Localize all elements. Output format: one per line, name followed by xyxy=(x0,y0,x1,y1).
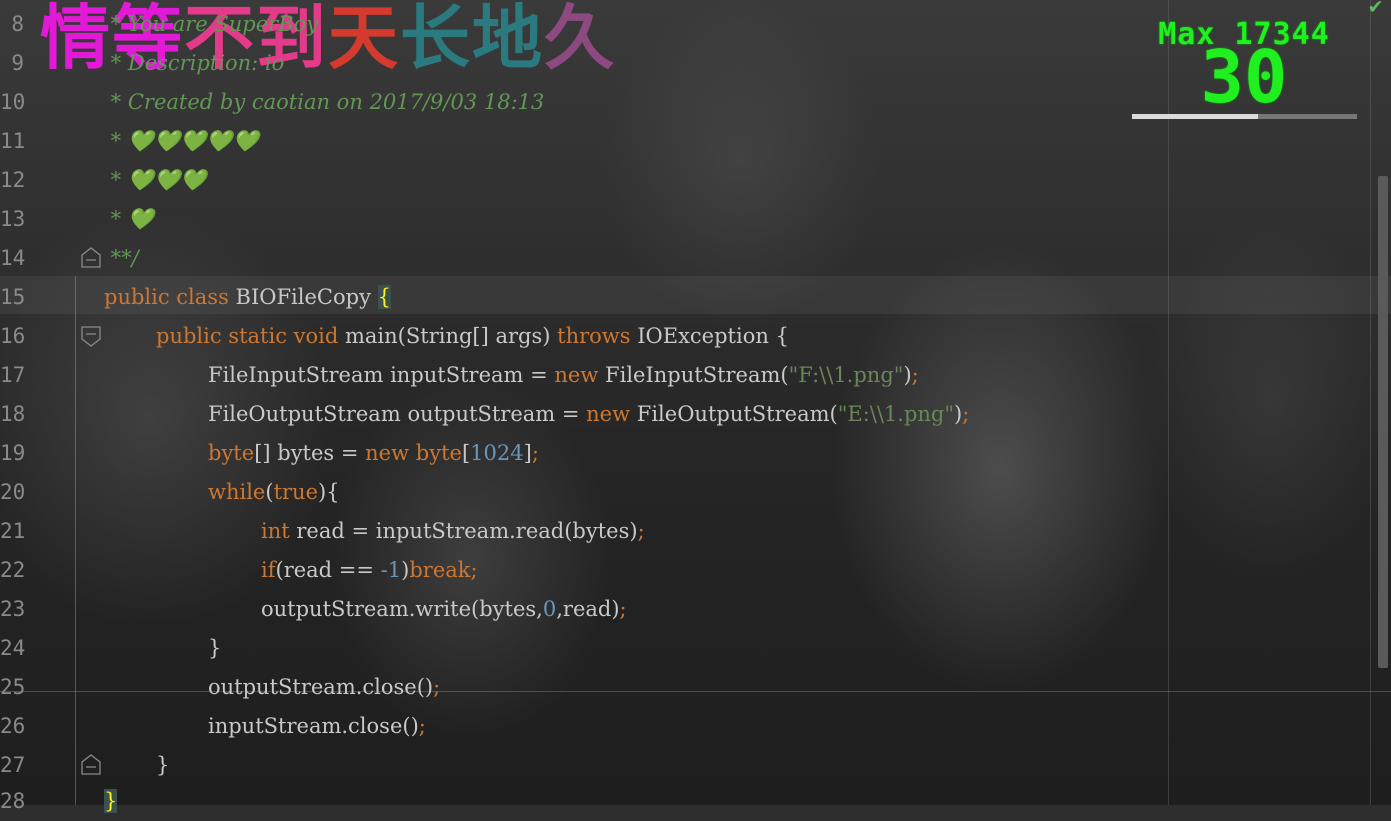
combo-timer-bar xyxy=(1132,114,1357,119)
vertical-scrollbar[interactable] xyxy=(1378,176,1388,668)
line-number: 27 xyxy=(0,753,26,777)
code-text: byte[] bytes = new byte[1024]; xyxy=(208,441,539,465)
code-text: FileOutputStream outputStream = new File… xyxy=(208,402,970,426)
comment-text: * 💚 xyxy=(104,207,154,231)
code-text: int read = inputStream.read(bytes); xyxy=(261,519,645,543)
line-number: 24 xyxy=(0,636,26,660)
combo-count: 30 xyxy=(1200,35,1288,119)
code-line: 26 inputStream.close(); xyxy=(0,707,1391,746)
code-text: outputStream.write(bytes,0,read); xyxy=(261,597,627,621)
matched-brace: { xyxy=(377,285,392,309)
code-line: 23 outputStream.write(bytes,0,read); xyxy=(0,590,1391,629)
code-text: inputStream.close(); xyxy=(208,714,426,738)
line-number: 10 xyxy=(0,90,26,114)
code-line: 13 * 💚 xyxy=(0,200,1391,239)
code-line: 16 public static void main(String[] args… xyxy=(0,317,1391,356)
comment-text: * Created by caotian on 2017/9/03 18:13 xyxy=(104,90,545,114)
code-line: 22 if(read == -1)break; xyxy=(0,551,1391,590)
code-line: 18 FileOutputStream outputStream = new F… xyxy=(0,395,1391,434)
code-line: 11 * 💚💚💚💚💚 xyxy=(0,122,1391,161)
code-text: while(true){ xyxy=(208,480,340,504)
code-text: public static void main(String[] args) t… xyxy=(156,324,789,348)
line-number: 22 xyxy=(0,558,26,582)
comment-text: * 💚💚💚 xyxy=(104,168,207,192)
line-number: 23 xyxy=(0,597,26,621)
code-text: } xyxy=(104,782,118,821)
check-icon: ✔ xyxy=(1369,0,1383,19)
line-number: 19 xyxy=(0,441,26,465)
code-line: 19 byte[] bytes = new byte[1024]; xyxy=(0,434,1391,473)
line-number: 17 xyxy=(0,363,26,387)
code-line: 27 } xyxy=(0,746,1391,785)
code-text: } xyxy=(208,636,222,660)
comment-text: * Description: io xyxy=(104,51,285,75)
combo-timer-fill xyxy=(1132,114,1258,119)
code-line: 15 public class BIOFileCopy { xyxy=(0,278,1391,317)
fold-end-icon[interactable] xyxy=(80,247,102,269)
line-number: 25 xyxy=(0,675,26,699)
code-line: 17 FileInputStream inputStream = new Fil… xyxy=(0,356,1391,395)
line-number: 9 xyxy=(11,51,24,75)
comment-text: * 💚💚💚💚💚 xyxy=(104,129,259,153)
code-text: outputStream.close(); xyxy=(208,675,441,699)
line-number: 13 xyxy=(0,207,26,231)
matched-brace: } xyxy=(104,789,118,813)
line-number: 18 xyxy=(0,402,26,426)
code-line: 24 } xyxy=(0,629,1391,668)
line-number: 16 xyxy=(0,324,26,348)
combo-counter: Max 17344 30 xyxy=(1131,18,1357,119)
code-line: 21 int read = inputStream.read(bytes); xyxy=(0,512,1391,551)
line-number: 12 xyxy=(0,168,26,192)
code-text: FileInputStream inputStream = new FileIn… xyxy=(208,363,919,387)
code-line: 25 outputStream.close(); xyxy=(0,668,1391,707)
code-text: if(read == -1)break; xyxy=(261,558,478,582)
comment-text: * You are SuperBoy xyxy=(104,12,319,36)
line-number: 20 xyxy=(0,480,26,504)
line-number: 28 xyxy=(0,789,26,813)
code-text: public class BIOFileCopy { xyxy=(104,285,392,309)
line-number: 15 xyxy=(0,285,26,309)
fold-end-icon[interactable] xyxy=(80,754,102,776)
code-line: 12 * 💚💚💚 xyxy=(0,161,1391,200)
line-number: 14 xyxy=(0,246,26,270)
line-number: 11 xyxy=(0,129,26,153)
line-number: 8 xyxy=(11,12,24,36)
line-number: 21 xyxy=(0,519,26,543)
fold-start-icon[interactable] xyxy=(80,325,102,347)
code-line: 14 **/ xyxy=(0,239,1391,278)
line-number: 26 xyxy=(0,714,26,738)
comment-text: **/ xyxy=(104,246,139,270)
code-text: } xyxy=(156,753,170,777)
code-line: 20 while(true){ xyxy=(0,473,1391,512)
code-line: 28 } xyxy=(0,782,1391,821)
